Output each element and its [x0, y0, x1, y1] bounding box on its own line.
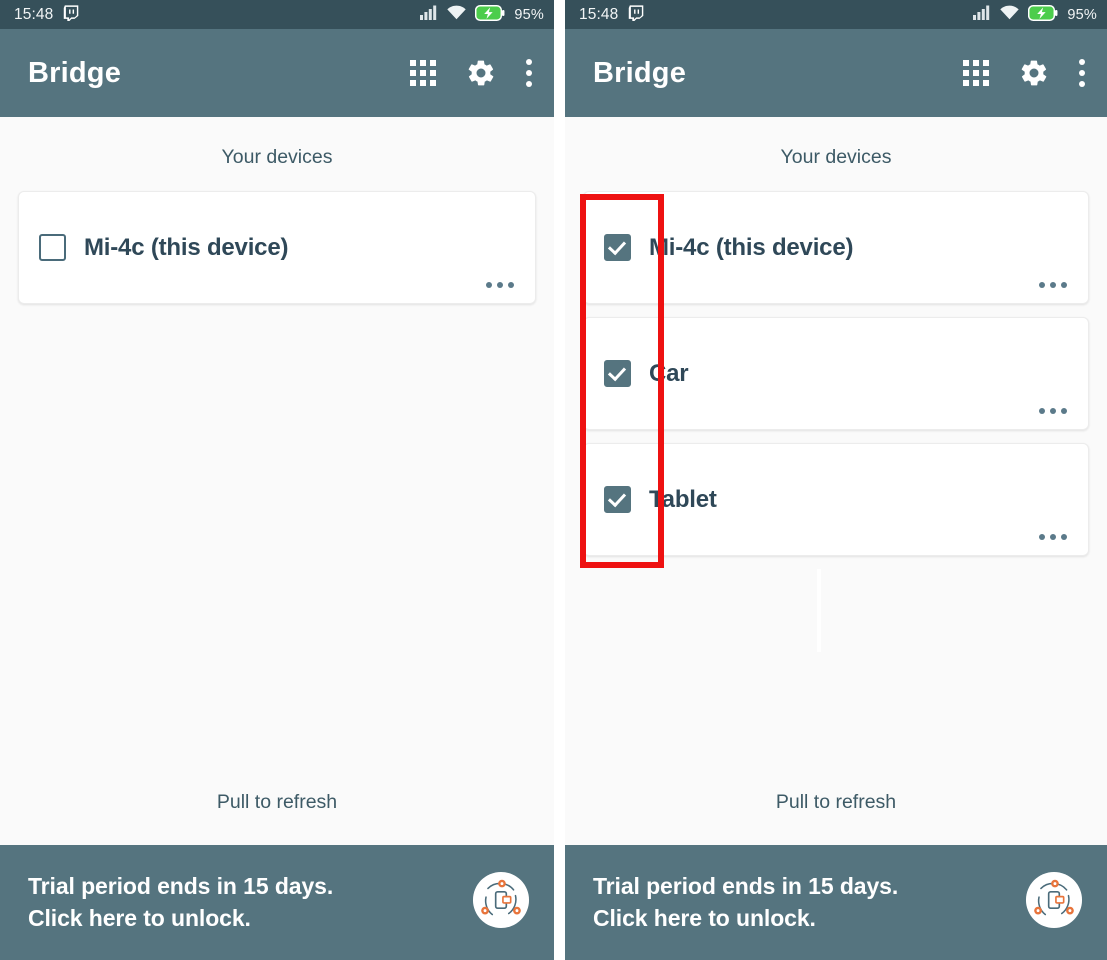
device-checkbox[interactable] [604, 360, 631, 387]
device-card-row: Mi-4c (this device) [604, 234, 1068, 262]
gear-icon[interactable] [1019, 58, 1049, 88]
twitch-icon [62, 4, 79, 25]
panel-divider [554, 0, 565, 960]
status-bar-left: 15:48 [14, 4, 79, 25]
pull-to-refresh-label: Pull to refresh [216, 791, 338, 813]
screenshot-stage: 15:48 95% Bridge Your devices Mi-4c (thi… [0, 0, 1107, 960]
section-title: Your devices [780, 146, 892, 168]
wifi-icon [447, 5, 467, 24]
wifi-icon [1000, 5, 1020, 24]
battery-charging-icon [475, 4, 505, 25]
bridge-app-logo-icon [472, 871, 530, 934]
device-name-label: Mi-4c (this device) [84, 233, 289, 261]
trial-banner-line1: Trial period ends in 15 days. [593, 872, 899, 899]
device-card[interactable]: Mi-4c (this device) [583, 191, 1089, 304]
phone-screenshot-after: 15:48 95% Bridge Your devices Mi-4c (thi… [565, 0, 1107, 960]
trial-banner-text: Trial period ends in 15 days. Click here… [593, 871, 898, 934]
section-title: Your devices [221, 146, 333, 168]
device-name-label: Tablet [649, 485, 717, 513]
device-card[interactable]: Car [583, 317, 1089, 430]
gear-icon[interactable] [466, 58, 496, 88]
apps-grid-icon[interactable] [410, 60, 436, 86]
content-area: Your devices Mi-4c (this device) Pull to… [0, 117, 554, 845]
cellular-signal-icon [420, 5, 438, 24]
app-toolbar: Bridge [565, 29, 1107, 117]
device-name-label: Car [649, 359, 689, 387]
app-title: Bridge [28, 56, 122, 89]
battery-charging-icon [1028, 4, 1058, 25]
phone-screenshot-before: 15:48 95% Bridge Your devices Mi-4c (thi… [0, 0, 554, 960]
app-title: Bridge [593, 56, 687, 89]
more-horizontal-icon[interactable] [1039, 408, 1067, 414]
kebab-glyph [1079, 59, 1085, 87]
status-bar-left: 15:48 [579, 4, 644, 25]
device-card[interactable]: Tablet [583, 443, 1089, 556]
bridge-app-logo-icon [1025, 871, 1083, 934]
device-card-row: Mi-4c (this device) [39, 234, 515, 262]
status-bar: 15:48 95% [565, 0, 1107, 29]
trial-banner-line2: Click here to unlock. [593, 904, 816, 931]
trial-banner-line1: Trial period ends in 15 days. [28, 872, 334, 899]
grid-glyph [963, 60, 989, 86]
device-checkbox[interactable] [604, 234, 631, 261]
device-card-row: Car [604, 360, 1068, 388]
more-horizontal-icon[interactable] [1039, 282, 1067, 288]
status-bar-clock: 15:48 [14, 5, 54, 23]
apps-grid-icon[interactable] [963, 60, 989, 86]
status-bar-clock: 15:48 [579, 5, 619, 23]
device-card[interactable]: Mi-4c (this device) [18, 191, 536, 304]
battery-percent-label: 95% [1067, 6, 1097, 23]
more-horizontal-icon[interactable] [486, 282, 514, 288]
trial-banner[interactable]: Trial period ends in 15 days. Click here… [565, 845, 1107, 960]
overflow-menu-icon[interactable] [1079, 59, 1085, 87]
status-bar: 15:48 95% [0, 0, 554, 29]
device-list: Mi-4c (this device) [0, 191, 554, 317]
content-spacer [565, 569, 1107, 791]
status-bar-right: 95% [420, 4, 544, 25]
device-card-row: Tablet [604, 486, 1068, 514]
device-checkbox[interactable] [604, 486, 631, 513]
toolbar-actions [410, 58, 532, 88]
trial-banner[interactable]: Trial period ends in 15 days. Click here… [0, 845, 554, 960]
toolbar-actions [963, 58, 1085, 88]
app-toolbar: Bridge [0, 29, 554, 117]
battery-percent-label: 95% [514, 6, 544, 23]
kebab-glyph [526, 59, 532, 87]
content-area: Your devices Mi-4c (this device) Car Tab… [565, 117, 1107, 845]
render-artifact-line [817, 569, 821, 652]
device-checkbox[interactable] [39, 234, 66, 261]
cellular-signal-icon [973, 5, 991, 24]
trial-banner-text: Trial period ends in 15 days. Click here… [28, 871, 333, 934]
overflow-menu-icon[interactable] [526, 59, 532, 87]
device-name-label: Mi-4c (this device) [649, 233, 854, 261]
more-horizontal-icon[interactable] [1039, 534, 1067, 540]
device-list: Mi-4c (this device) Car Tablet [565, 191, 1107, 569]
pull-to-refresh-label: Pull to refresh [775, 791, 897, 813]
twitch-icon [627, 4, 644, 25]
status-bar-right: 95% [973, 4, 1097, 25]
trial-banner-line2: Click here to unlock. [28, 904, 251, 931]
grid-glyph [410, 60, 436, 86]
